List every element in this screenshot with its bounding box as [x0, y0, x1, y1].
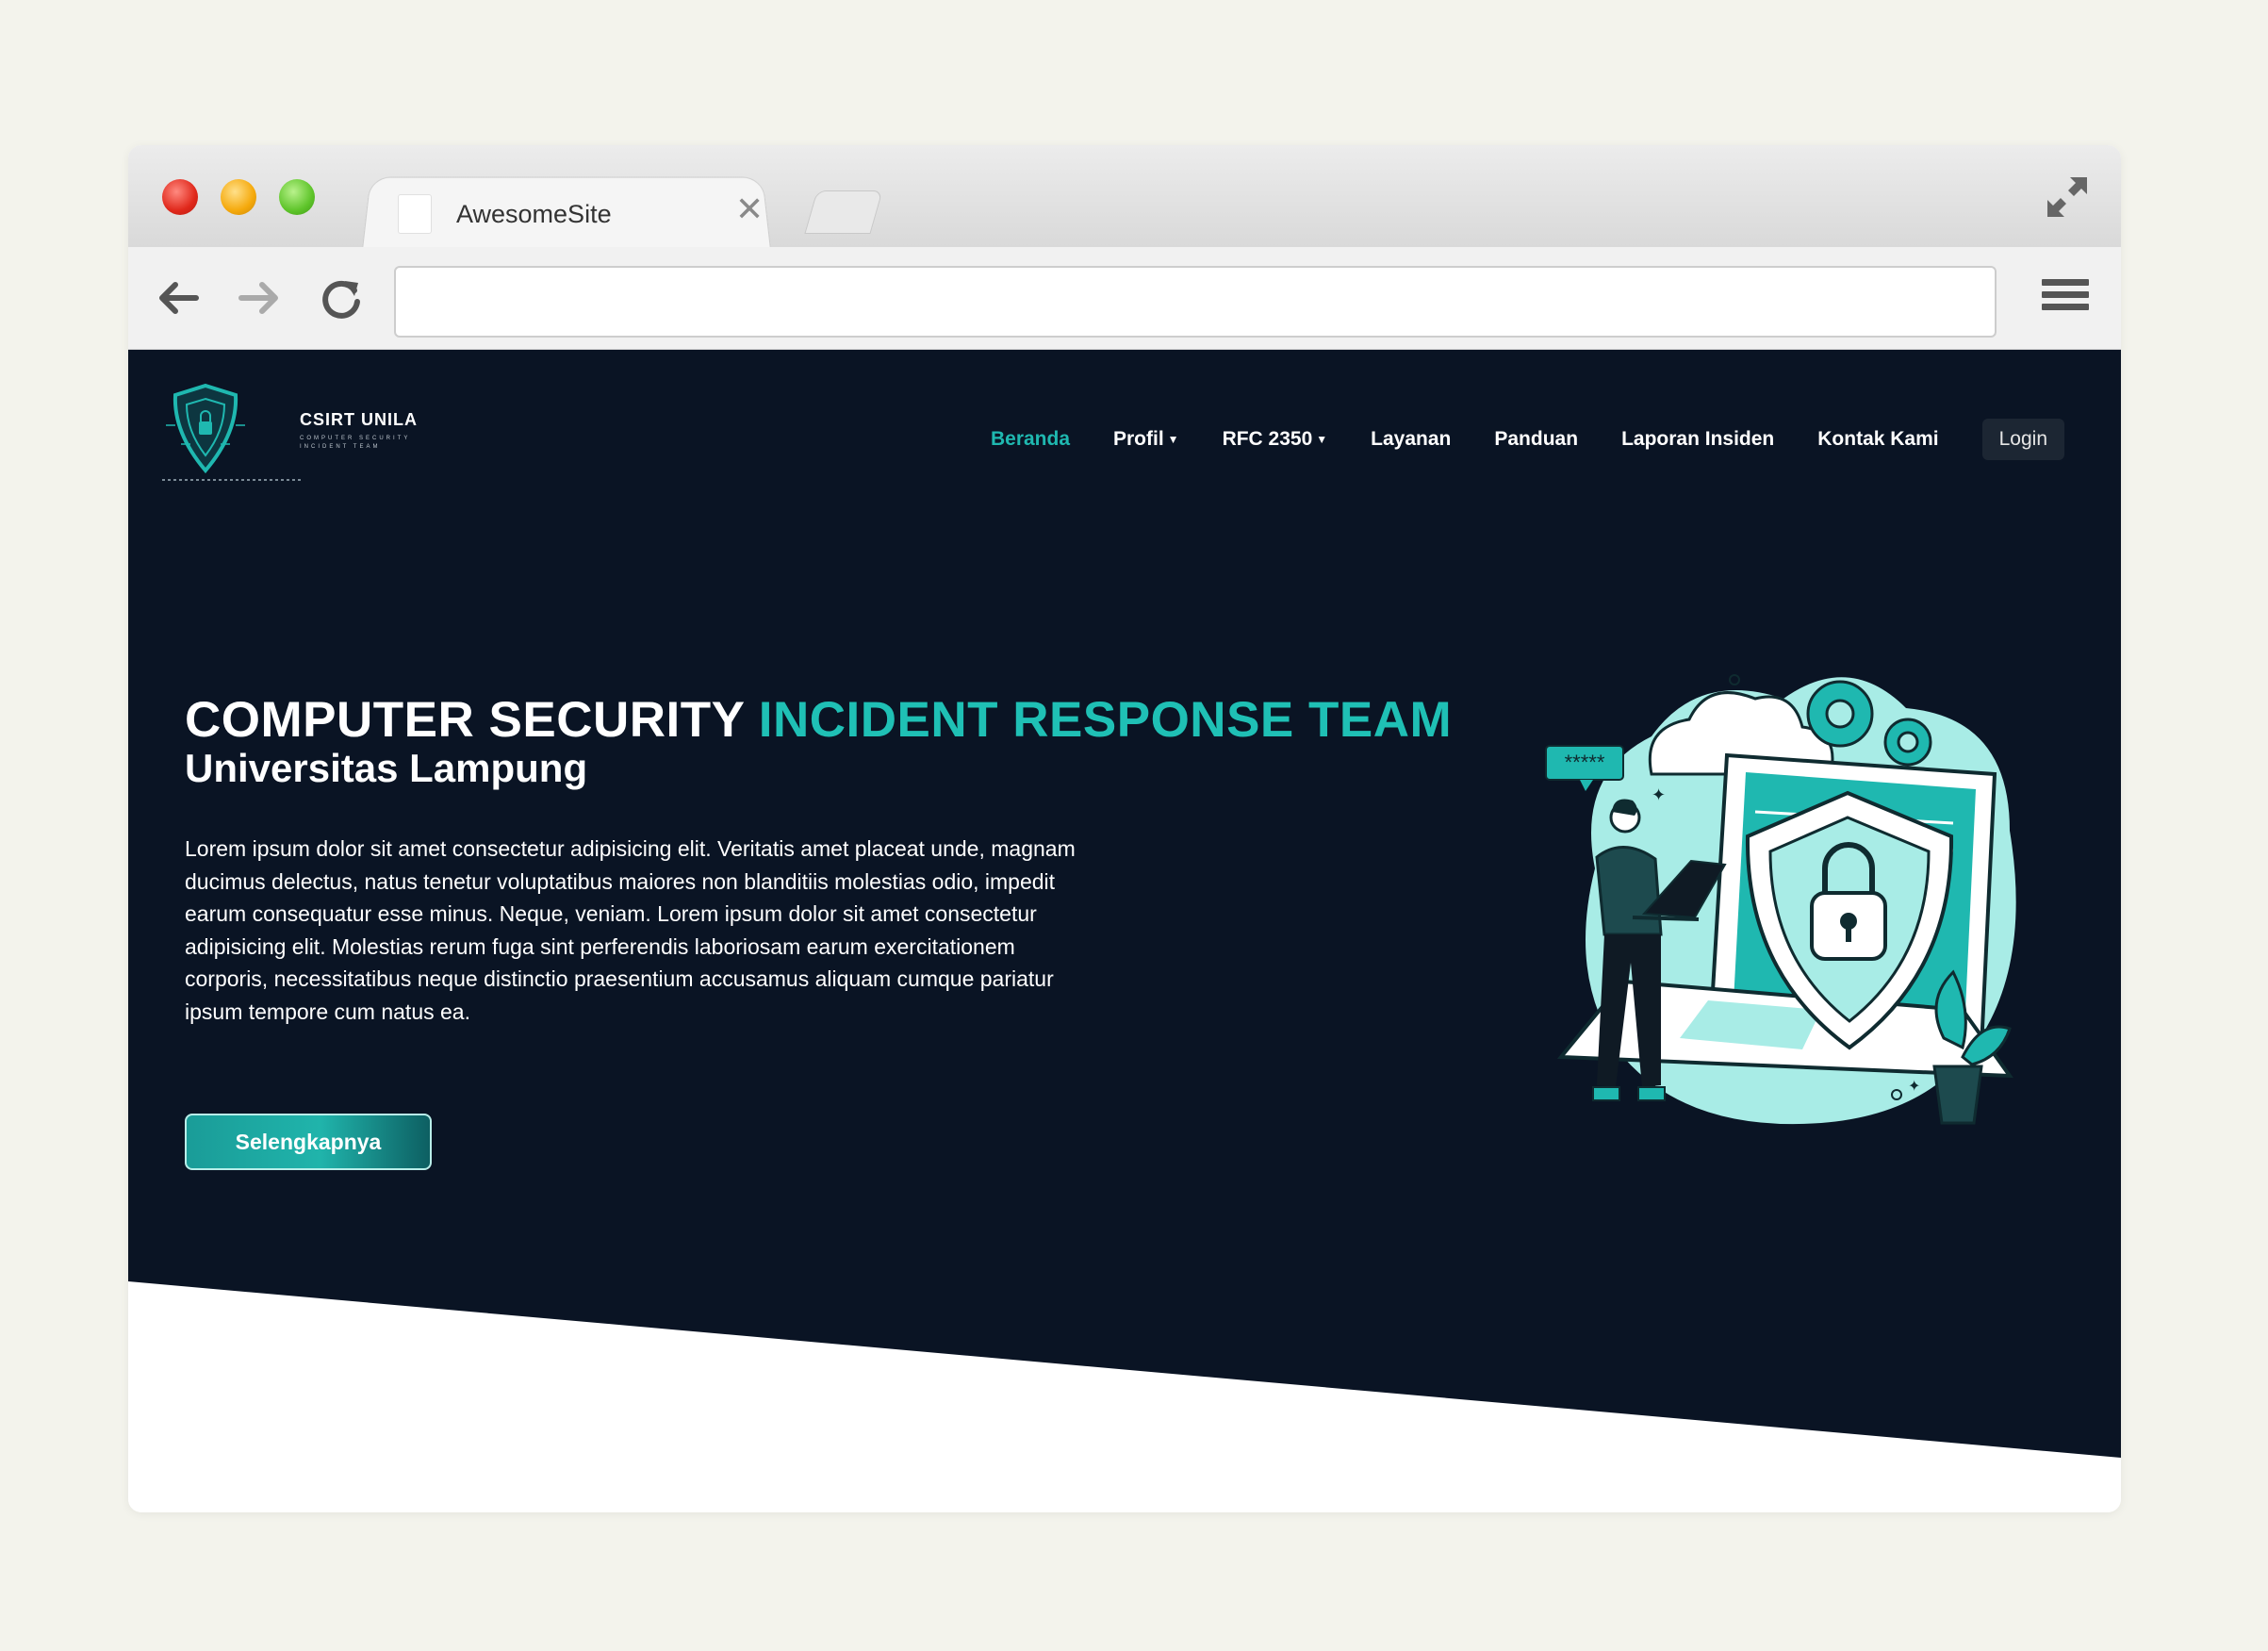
nav-item-laporan-insiden[interactable]: Laporan Insiden [1621, 428, 1774, 451]
caret-down-icon: ▼ [1167, 433, 1179, 447]
nav-item-rfc-2350[interactable]: RFC 2350 ▼ [1223, 428, 1328, 451]
close-icon[interactable]: ✕ [735, 192, 764, 226]
hero-paragraph: Lorem ipsum dolor sit amet consectetur a… [185, 836, 1076, 1024]
browser-titlebar: AwesomeSite ✕ [128, 145, 2121, 250]
logo-subtitle: COMPUTER SECURITY INCIDENT TEAM [300, 436, 411, 450]
hero-title: COMPUTER SECURITY INCIDENT RESPONSE TEAM [185, 692, 1453, 748]
hamburger-menu-icon[interactable] [2042, 279, 2089, 319]
hero-subtitle: Universitas Lampung [185, 746, 588, 790]
nav-item-beranda[interactable]: Beranda [991, 428, 1070, 451]
page-icon [398, 194, 432, 234]
tab-title: AwesomeSite [456, 200, 612, 228]
forward-arrow-icon[interactable] [236, 273, 285, 322]
close-window-button[interactable] [162, 179, 198, 215]
main-nav: Beranda Profil ▼ RFC 2350 ▼ Layanan Pandua… [947, 416, 2064, 463]
back-arrow-icon[interactable] [153, 273, 202, 322]
nav-item-kontak-kami[interactable]: Kontak Kami [1817, 428, 1938, 451]
new-tab-icon[interactable] [804, 190, 883, 234]
password-badge: ***** [1565, 751, 1605, 774]
login-button[interactable]: Login [1981, 419, 2064, 460]
address-bar[interactable] [394, 266, 1997, 338]
nav-item-layanan[interactable]: Layanan [1371, 428, 1451, 451]
reload-icon[interactable] [317, 273, 366, 322]
browser-toolbar [128, 247, 2121, 350]
nav-item-panduan[interactable]: Panduan [1494, 428, 1578, 451]
svg-text:✦: ✦ [1652, 785, 1666, 805]
security-illustration: ***** ✦ ✦ [1545, 674, 2016, 1125]
minimize-window-button[interactable] [221, 179, 256, 215]
fullscreen-icon[interactable] [2044, 173, 2091, 221]
web-page: CSIRT UNILA COMPUTER SECURITY INCIDENT T… [128, 350, 2121, 1512]
caret-down-icon: ▼ [1316, 433, 1328, 447]
browser-window: AwesomeSite ✕ CSIRT UNILA COMPUTER SECUR… [128, 145, 2121, 1512]
browser-tab-content: AwesomeSite ✕ [362, 173, 769, 249]
maximize-window-button[interactable] [279, 179, 315, 215]
selengkapnya-button[interactable]: Selengkapnya [185, 1114, 432, 1170]
svg-text:✦: ✦ [1908, 1077, 1920, 1095]
nav-item-profil[interactable]: Profil ▼ [1113, 428, 1179, 451]
logo-title: CSIRT UNILA [300, 410, 418, 429]
